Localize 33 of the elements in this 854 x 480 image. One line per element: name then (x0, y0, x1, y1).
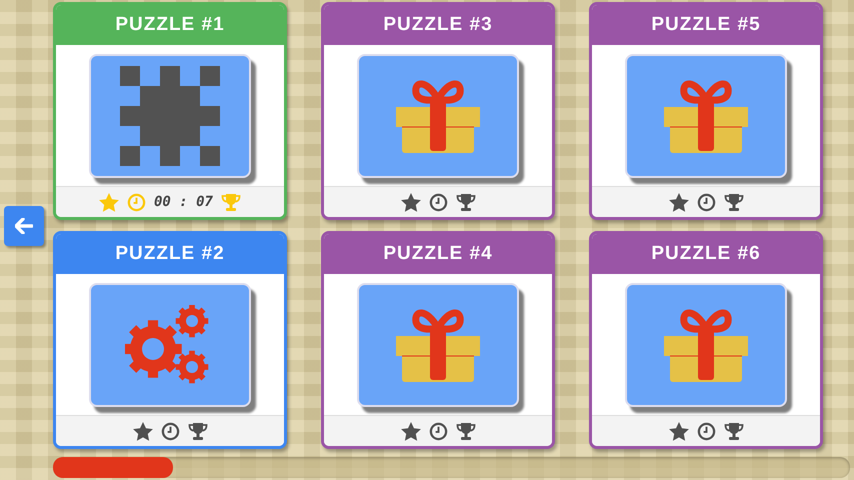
trophy-icon (221, 192, 241, 212)
trophy-icon (724, 422, 744, 440)
back-button[interactable] (4, 206, 44, 246)
star-icon (132, 422, 152, 440)
puzzle-card[interactable]: PUZZLE #2 (53, 231, 287, 449)
clock-icon (126, 192, 146, 212)
clock-icon (428, 422, 448, 440)
star-icon (400, 192, 420, 212)
puzzle-title: PUZZLE #3 (324, 5, 552, 45)
star-icon (668, 422, 688, 440)
puzzle-card[interactable]: PUZZLE #6 (589, 231, 823, 449)
clock-icon (696, 422, 716, 440)
puzzle-card[interactable]: PUZZLE #4 (321, 231, 555, 449)
clock-icon (696, 192, 716, 212)
puzzle-card[interactable]: PUZZLE #3 (321, 2, 555, 220)
puzzle-title: PUZZLE #5 (592, 5, 820, 45)
trophy-icon (724, 192, 744, 212)
trophy-icon (456, 422, 476, 440)
puzzle-card[interactable]: PUZZLE #1 00 : 07 (53, 2, 287, 220)
trophy-icon (456, 192, 476, 212)
star-icon (98, 192, 119, 212)
puzzle-title: PUZZLE #1 (56, 5, 284, 45)
puzzle-title: PUZZLE #6 (592, 234, 820, 274)
star-icon (400, 422, 420, 440)
puzzle-title: PUZZLE #2 (56, 234, 284, 274)
puzzle-title: PUZZLE #4 (324, 234, 552, 274)
clock-icon (160, 422, 180, 440)
clock-icon (428, 192, 448, 212)
trophy-icon (188, 422, 208, 440)
star-icon (668, 192, 688, 212)
arrow-left-icon (15, 218, 33, 234)
time-text: 00 : 07 (154, 192, 213, 212)
puzzle-card[interactable]: PUZZLE #5 (589, 2, 823, 220)
